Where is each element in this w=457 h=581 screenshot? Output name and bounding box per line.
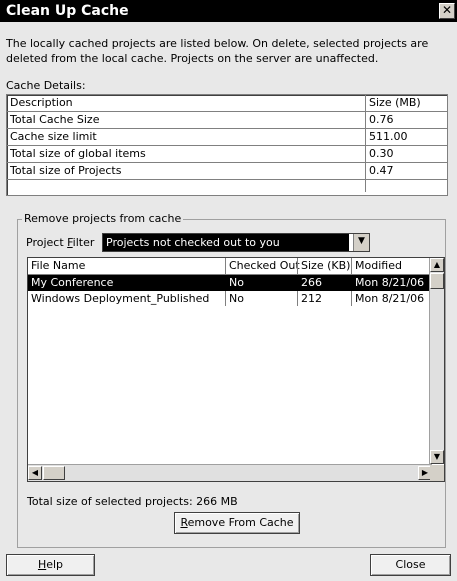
- list-item[interactable]: My Conference No 266 Mon 8/21/06: [28, 275, 432, 291]
- project-file-list[interactable]: File Name Checked Out Size (KB) Modified…: [27, 257, 445, 482]
- project-filter-select[interactable]: Projects not checked out to you ▼: [102, 233, 370, 252]
- scroll-thumb[interactable]: [430, 273, 444, 289]
- table-row: Total Cache Size 0.76: [7, 112, 447, 129]
- vertical-scrollbar[interactable]: ▲ ▼: [429, 258, 444, 464]
- scroll-corner: [430, 465, 444, 481]
- file-list-header: File Name Checked Out Size (KB) Modified: [28, 258, 432, 275]
- file-size: 212: [301, 292, 322, 305]
- row-description: Total Cache Size: [10, 113, 100, 126]
- total-selected-size: Total size of selected projects: 266 MB: [27, 495, 238, 508]
- table-row: Cache size limit 511.00: [7, 129, 447, 146]
- help-button[interactable]: Help: [6, 554, 95, 576]
- header-description: Description: [10, 96, 73, 109]
- cache-details-table: Description Size (MB) Total Cache Size 0…: [6, 94, 448, 196]
- chevron-down-icon[interactable]: ▼: [353, 234, 369, 251]
- row-description: Total size of Projects: [10, 164, 122, 177]
- close-icon[interactable]: ✕: [439, 3, 455, 19]
- remove-projects-group-title: Remove projects from cache: [22, 212, 184, 225]
- clean-up-cache-dialog: Clean Up Cache ✕ The locally cached proj…: [0, 0, 457, 581]
- file-name: Windows Deployment_Published: [31, 292, 210, 305]
- header-size: Size (MB): [369, 96, 421, 109]
- scroll-left-icon[interactable]: ◀: [28, 466, 42, 480]
- modified-date: Mon 8/21/06: [355, 276, 425, 289]
- modified-date: Mon 8/21/06: [355, 292, 425, 305]
- checked-out: No: [229, 276, 244, 289]
- table-row: Total size of global items 0.30: [7, 146, 447, 163]
- title-bar: Clean Up Cache ✕: [0, 0, 457, 22]
- row-description: Total size of global items: [10, 147, 146, 160]
- scroll-thumb[interactable]: [43, 466, 65, 480]
- row-size: 511.00: [369, 130, 408, 143]
- file-name: My Conference: [31, 276, 114, 289]
- column-file-name[interactable]: File Name: [31, 259, 85, 272]
- cache-header-row: Description Size (MB): [7, 95, 447, 112]
- row-size: 0.47: [369, 164, 394, 177]
- close-button[interactable]: Close: [370, 554, 451, 576]
- row-size: 0.30: [369, 147, 394, 160]
- horizontal-scrollbar[interactable]: ◀ ▶: [28, 464, 432, 481]
- column-modified[interactable]: Modified: [355, 259, 402, 272]
- checked-out: No: [229, 292, 244, 305]
- dialog-title: Clean Up Cache: [6, 3, 129, 19]
- file-size: 266: [301, 276, 322, 289]
- table-row: Total size of Projects 0.47: [7, 163, 447, 180]
- column-size[interactable]: Size (KB): [301, 259, 350, 272]
- row-description: Cache size limit: [10, 130, 97, 143]
- column-checked-out[interactable]: Checked Out: [229, 259, 300, 272]
- intro-text: The locally cached projects are listed b…: [6, 37, 429, 65]
- list-item[interactable]: Windows Deployment_Published No 212 Mon …: [28, 291, 432, 307]
- project-filter-label: Project Filter: [26, 236, 95, 249]
- cache-details-label: Cache Details:: [6, 79, 86, 92]
- scroll-up-icon[interactable]: ▲: [430, 258, 444, 272]
- scroll-down-icon[interactable]: ▼: [430, 450, 444, 464]
- project-filter-value: Projects not checked out to you: [103, 234, 349, 251]
- remove-from-cache-button[interactable]: Remove From Cache: [174, 512, 300, 534]
- row-size: 0.76: [369, 113, 394, 126]
